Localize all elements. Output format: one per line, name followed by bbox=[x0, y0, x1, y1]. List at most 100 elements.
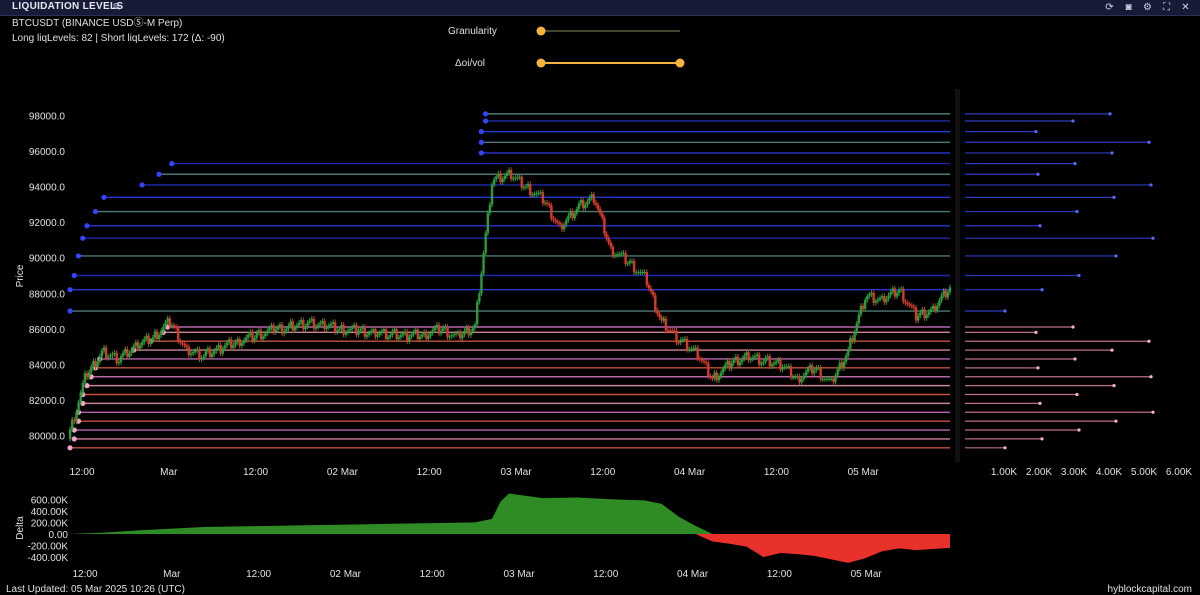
candle-body bbox=[177, 328, 180, 342]
candle-body bbox=[300, 320, 303, 323]
candle-body bbox=[495, 176, 498, 180]
delta-x-tick-label: 12:00 bbox=[420, 569, 445, 580]
gear-icon[interactable]: ⚙ bbox=[1141, 1, 1154, 14]
candle-body bbox=[664, 318, 668, 331]
candle-body bbox=[834, 375, 837, 382]
candle-body bbox=[456, 332, 460, 334]
price-candles bbox=[68, 167, 952, 442]
candle-body bbox=[416, 329, 420, 340]
candle-body bbox=[529, 183, 532, 196]
candle-body bbox=[647, 284, 651, 289]
candle-body bbox=[408, 336, 411, 342]
candle-body bbox=[944, 290, 947, 298]
candle-body bbox=[132, 345, 135, 350]
candle-body bbox=[482, 253, 485, 274]
candle-body bbox=[520, 176, 523, 188]
candle-body bbox=[745, 352, 748, 356]
candle-body bbox=[719, 372, 723, 377]
candle-body bbox=[651, 291, 655, 296]
candle-body bbox=[111, 354, 114, 356]
liquidation-chart: BTCUSDT (BINANCE USDⓈ-M Perp) Long liqLe… bbox=[6, 17, 1192, 595]
candle-body bbox=[724, 364, 727, 369]
candle-body bbox=[431, 330, 434, 334]
long-profile-bar-end bbox=[1112, 384, 1116, 388]
candle-body bbox=[931, 306, 935, 310]
long-profile-bar-end bbox=[1003, 446, 1007, 450]
candle-body bbox=[325, 327, 328, 329]
candle-body bbox=[503, 176, 506, 180]
candle-body bbox=[641, 272, 644, 274]
candle-body bbox=[372, 329, 375, 332]
candle-body bbox=[130, 349, 133, 354]
short-liquidation-marker bbox=[71, 272, 77, 279]
close-icon[interactable]: ✕ bbox=[1179, 1, 1192, 14]
candle-body bbox=[798, 376, 801, 383]
candle-body bbox=[787, 366, 791, 368]
candle-body bbox=[191, 352, 195, 354]
candle-body bbox=[174, 326, 178, 329]
candle-body bbox=[921, 309, 924, 313]
expand-icon[interactable]: ⛶ bbox=[1160, 1, 1173, 14]
candle-body bbox=[475, 301, 479, 325]
candle-body bbox=[859, 305, 863, 315]
candle-body bbox=[444, 326, 447, 328]
oi-vol-range-max-handle[interactable] bbox=[675, 58, 685, 68]
candle-body bbox=[895, 293, 899, 297]
candle-body bbox=[573, 213, 576, 219]
candle-body bbox=[374, 329, 377, 337]
candle-body bbox=[785, 366, 788, 368]
last-updated: Last Updated: 05 Mar 2025 10:26 (UTC) bbox=[6, 584, 185, 595]
candle-body bbox=[490, 184, 494, 205]
candle-body bbox=[681, 339, 685, 341]
candle-body bbox=[794, 376, 797, 378]
candle-body bbox=[164, 322, 167, 327]
candle-body bbox=[711, 377, 714, 379]
long-profile-bar-end bbox=[1036, 366, 1040, 370]
camera-icon[interactable]: ◙ bbox=[1122, 1, 1135, 14]
candle-body bbox=[230, 339, 233, 349]
refresh-icon[interactable]: ⟳ bbox=[1103, 1, 1116, 14]
candle-body bbox=[429, 333, 432, 336]
candle-body bbox=[143, 338, 146, 343]
candle-body bbox=[340, 324, 343, 329]
brand-label: hyblockcapital.com bbox=[1108, 584, 1192, 595]
candle-body bbox=[679, 339, 682, 343]
sliders-icon[interactable]: ⚟ bbox=[112, 0, 122, 13]
short-liquidation-marker bbox=[482, 111, 489, 117]
candle-body bbox=[821, 379, 824, 381]
candle-body bbox=[206, 348, 210, 352]
candle-body bbox=[526, 183, 530, 187]
candle-body bbox=[136, 342, 140, 349]
candle-body bbox=[268, 328, 271, 331]
candle-body bbox=[554, 220, 557, 222]
candle-body bbox=[478, 293, 481, 302]
candle-body bbox=[620, 253, 623, 255]
candle-body bbox=[75, 411, 78, 422]
candle-body bbox=[147, 335, 150, 345]
candle-body bbox=[480, 273, 483, 294]
candle-body bbox=[157, 334, 161, 339]
oi-vol-range-min-handle[interactable] bbox=[536, 58, 546, 68]
candle-body bbox=[395, 329, 398, 340]
candle-body bbox=[386, 337, 390, 339]
candle-body bbox=[594, 202, 598, 205]
candle-body bbox=[83, 373, 87, 383]
candle-body bbox=[923, 309, 926, 319]
candle-body bbox=[427, 335, 430, 339]
short-profile-bar-end bbox=[1108, 112, 1112, 116]
candle-body bbox=[836, 369, 839, 376]
price-y-tick-label: 92000.0 bbox=[29, 218, 66, 229]
candle-body bbox=[437, 324, 441, 334]
price-y-tick-label: 82000.0 bbox=[29, 396, 66, 407]
candle-body bbox=[247, 334, 250, 338]
candle-body bbox=[365, 334, 369, 337]
short-liquidation-marker bbox=[482, 118, 489, 124]
short-profile-bar-end bbox=[1075, 209, 1079, 214]
candle-body bbox=[936, 305, 939, 311]
price-x-tick-label: 05 Mar bbox=[848, 467, 880, 478]
candle-body bbox=[463, 330, 466, 335]
candle-body bbox=[613, 255, 617, 257]
candle-body bbox=[537, 192, 540, 194]
granularity-slider-handle[interactable] bbox=[536, 26, 546, 36]
candle-body bbox=[452, 334, 456, 336]
